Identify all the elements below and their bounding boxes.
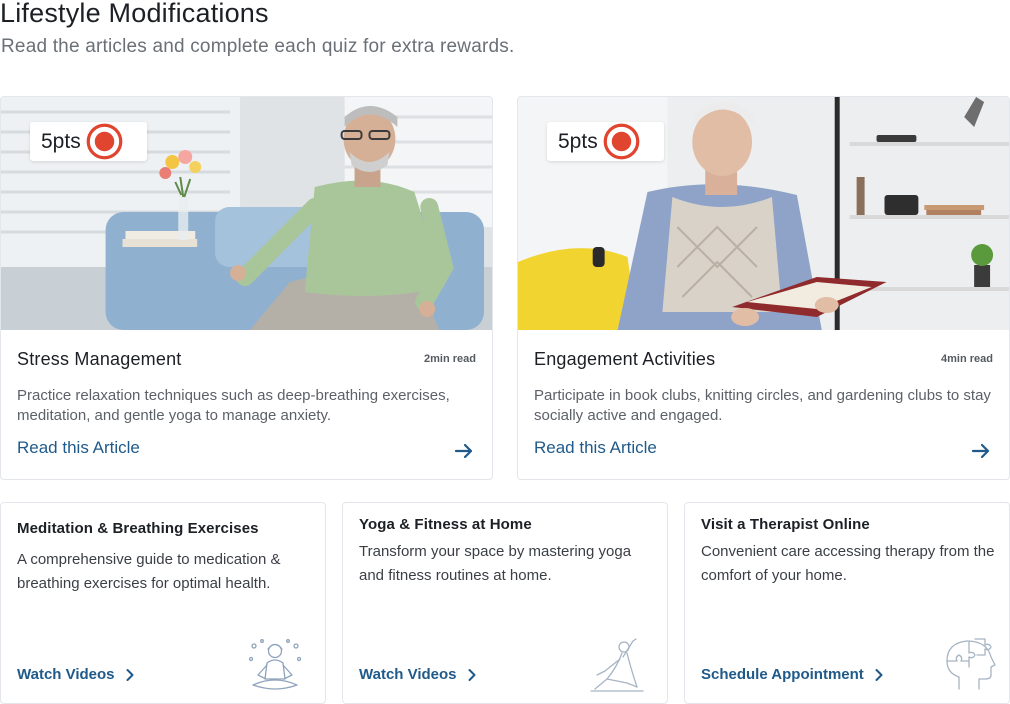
arrow-right-icon[interactable] — [453, 440, 475, 462]
record-icon — [86, 123, 123, 160]
points-badge: 5pts — [30, 122, 147, 161]
resource-title: Visit a Therapist Online — [701, 516, 870, 533]
article-title: Stress Management — [17, 349, 182, 369]
article-image-reading-man: 5pts — [518, 97, 1009, 330]
page-title: Lifestyle Modifications — [0, 0, 269, 28]
article-description: Participate in book clubs, knitting circ… — [534, 387, 991, 424]
read-time: 2min read — [424, 353, 476, 365]
chevron-right-icon — [875, 668, 883, 681]
article-card-stress-management[interactable]: 5pts Stress Management 2min read Practic… — [0, 96, 493, 480]
points-badge: 5pts — [547, 122, 664, 161]
resource-card-yoga[interactable]: Yoga & Fitness at Home Transform your sp… — [342, 502, 668, 704]
resource-description: Convenient care accessing therapy from t… — [701, 543, 995, 584]
watch-videos-link[interactable]: Watch Videos — [359, 666, 477, 683]
chevron-right-icon — [126, 668, 134, 681]
puzzle-head-icon — [946, 638, 996, 690]
read-article-link[interactable]: Read this Article — [534, 438, 657, 458]
resource-card-meditation[interactable]: Meditation & Breathing Exercises A compr… — [0, 502, 326, 704]
yoga-icon — [590, 638, 644, 692]
resource-title: Yoga & Fitness at Home — [359, 516, 532, 533]
resource-description: A comprehensive guide to medication & br… — [17, 551, 281, 592]
meditation-icon — [248, 639, 302, 690]
page-subtitle: Read the articles and complete each quiz… — [1, 36, 515, 57]
article-card-engagement-activities[interactable]: 5pts Engagement Activities 4min read Par… — [517, 96, 1010, 480]
article-title: Engagement Activities — [534, 349, 716, 369]
link-label: Watch Videos — [359, 666, 457, 683]
article-image-meditating-man: 5pts — [1, 97, 492, 330]
read-time: 4min read — [941, 353, 993, 365]
arrow-right-icon[interactable] — [970, 440, 992, 462]
watch-videos-link[interactable]: Watch Videos — [17, 666, 135, 683]
record-icon — [603, 123, 640, 160]
read-article-link[interactable]: Read this Article — [17, 438, 140, 458]
link-label: Watch Videos — [17, 666, 115, 683]
article-description: Practice relaxation techniques such as d… — [17, 387, 450, 424]
schedule-appointment-link[interactable]: Schedule Appointment — [701, 666, 884, 683]
resource-description: Transform your space by mastering yoga a… — [359, 543, 632, 584]
resource-title: Meditation & Breathing Exercises — [17, 520, 259, 537]
chevron-right-icon — [468, 668, 476, 681]
link-label: Schedule Appointment — [701, 666, 864, 683]
resource-card-therapist[interactable]: Visit a Therapist Online Convenient care… — [684, 502, 1010, 704]
